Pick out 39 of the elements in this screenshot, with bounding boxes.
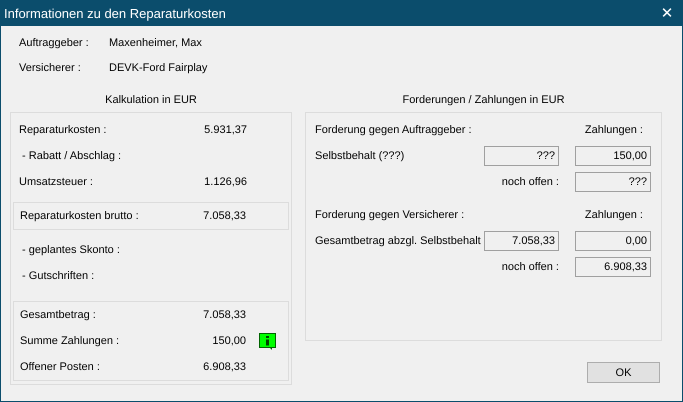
row-label: - Gutschriften : [21,270,96,282]
row-label: Reparaturkosten brutto : [20,210,140,222]
open-amount-field[interactable]: 6.908,33 [575,257,651,277]
field-value: Maxenheimer, Max [109,36,202,48]
amount-field[interactable]: ??? [484,146,559,166]
group-heading: Forderung gegen Versicherer : [315,209,466,221]
amount-value: 7.058,33 [203,210,246,222]
amount-value: 1.126,96 [204,176,247,188]
row-label: noch offen : [500,176,559,188]
ok-button[interactable]: OK [587,362,660,383]
row-label: Offener Posten : [20,361,101,373]
amount-value: 5.931,37 [204,124,247,136]
field-label: Versicherer : [19,62,82,74]
row-label: noch offen : [500,261,559,273]
column-label: Zahlungen : [584,209,644,221]
row-label: Reparaturkosten : [19,124,108,136]
row-label: Gesamtbetrag abzgl. Selbstbehalt [315,235,482,247]
row-label: Umsatzsteuer : [19,176,94,188]
payment-field[interactable]: 150,00 [575,146,651,166]
column-label: Zahlungen : [584,124,644,136]
row-label: Selbstbehalt (???) [315,150,406,162]
row-label: - geplantes Skonto : [21,244,121,256]
row-label: - Rabatt / Abschlag : [21,150,122,162]
amount-value: 6.908,33 [203,361,246,373]
amount-field[interactable]: 7.058,33 [484,231,559,251]
row-label: Summe Zahlungen : [20,335,120,347]
open-amount-field[interactable]: ??? [575,172,651,192]
section-heading: Forderungen / Zahlungen in EUR [401,93,566,108]
close-button[interactable]: ✕ [651,0,682,26]
group-heading: Forderung gegen Auftraggeber : [315,124,473,136]
info-icon[interactable] [258,332,276,350]
window-title: Informationen zu den Reparaturkosten [4,6,226,20]
amount-value: 150,00 [212,335,246,347]
field-label: Auftraggeber : [19,36,90,48]
amount-value: 7.058,33 [203,309,246,321]
section-heading: Kalkulation in EUR [104,93,198,108]
payment-field[interactable]: 0,00 [575,231,651,251]
row-label: Gesamtbetrag : [20,309,97,321]
field-value: DEVK-Ford Fairplay [109,62,208,74]
